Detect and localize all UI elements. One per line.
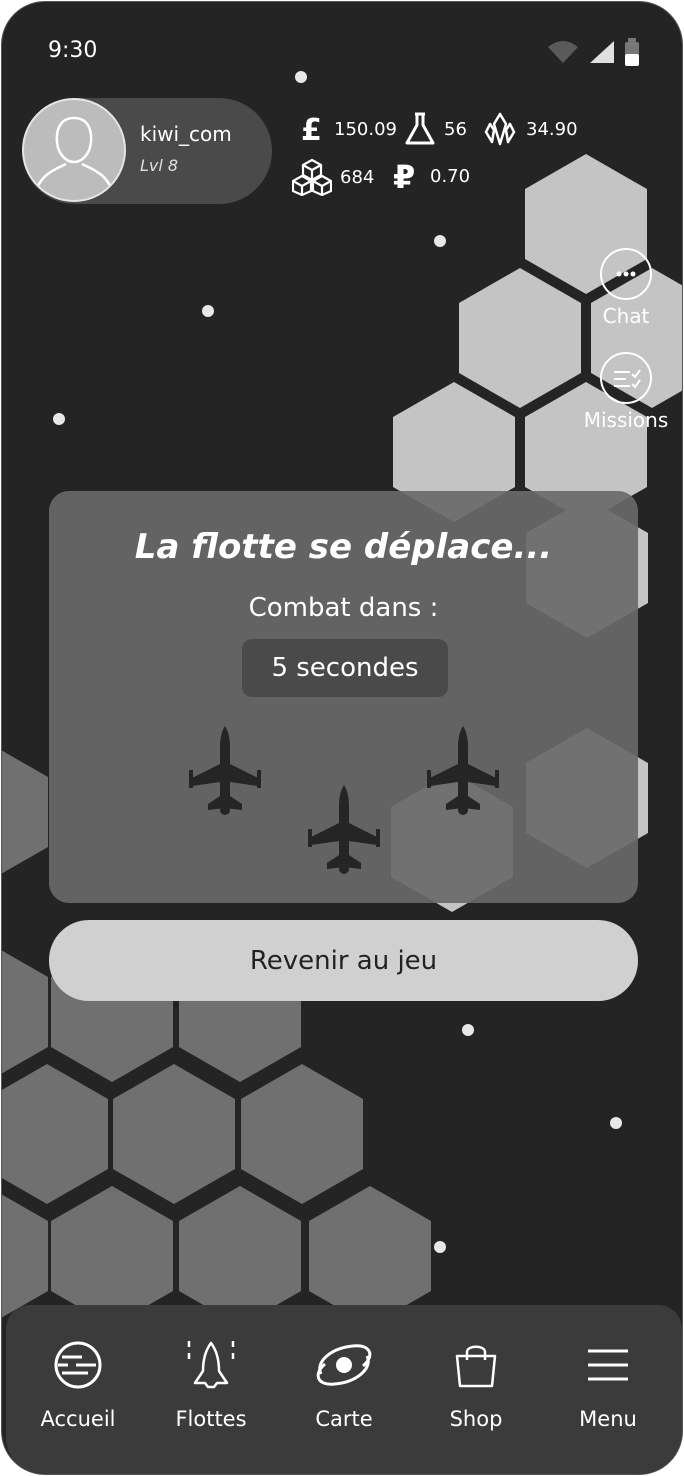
chat-label: Chat xyxy=(602,304,650,328)
nav-item-carte[interactable]: Carte xyxy=(284,1335,404,1431)
resource-pound-value: 150.09 xyxy=(334,118,397,140)
nav-label-menu: Menu xyxy=(579,1407,637,1431)
resource-crystal: 34.90 xyxy=(482,110,578,148)
svg-text:₽: ₽ xyxy=(393,160,415,192)
jet-icon xyxy=(427,726,499,815)
resource-flask: 56 xyxy=(404,112,467,146)
fleet-moving-modal: La flotte se déplace... Combat dans : 5 … xyxy=(49,491,638,903)
resource-ruble-value: 0.70 xyxy=(430,165,471,187)
status-icons xyxy=(546,38,640,66)
resource-cubes-value: 684 xyxy=(340,166,375,188)
avatar[interactable] xyxy=(22,98,126,202)
crystal-icon xyxy=(484,112,516,146)
galaxy-icon xyxy=(316,1344,372,1386)
combat-timer: 5 secondes xyxy=(242,639,448,697)
jet-icon xyxy=(308,785,380,874)
chat-icon xyxy=(600,248,652,300)
resource-cubes: 684 xyxy=(292,158,374,196)
status-time: 9:30 xyxy=(48,38,98,63)
battery-icon xyxy=(625,38,639,66)
username: kiwi_com xyxy=(140,122,232,146)
nav-label-accueil: Accueil xyxy=(40,1407,116,1431)
return-to-game-button[interactable]: Revenir au jeu xyxy=(49,920,638,1001)
flask-icon xyxy=(405,112,435,145)
ruble-icon: ₽ xyxy=(393,160,415,192)
menu-icon xyxy=(588,1349,628,1381)
nav-item-menu[interactable]: Menu xyxy=(548,1335,668,1431)
nav-label-shop: Shop xyxy=(449,1407,503,1431)
signal-icon xyxy=(590,41,614,63)
nav-label-carte: Carte xyxy=(315,1407,373,1431)
nav-label-flottes: Flottes xyxy=(175,1407,247,1431)
missions-label: Missions xyxy=(583,408,669,432)
wifi-icon xyxy=(548,41,578,63)
profile-card[interactable]: kiwi_com Lvl 8 xyxy=(22,98,272,204)
phone-screen: 9:30 kiwi_com Lvl 8 £ 150.09 56 34.90 68… xyxy=(1,1,683,1475)
missions-button[interactable]: Missions xyxy=(571,352,681,432)
resource-pound: £ 150.09 xyxy=(300,114,397,144)
cubes-icon xyxy=(292,158,332,196)
modal-title: La flotte se déplace... xyxy=(134,527,553,567)
pound-icon: £ xyxy=(301,114,322,144)
nav-item-accueil[interactable]: Accueil xyxy=(18,1335,138,1431)
player-level: Lvl 8 xyxy=(140,156,179,175)
resource-flask-value: 56 xyxy=(444,118,467,140)
rocket-icon xyxy=(187,1341,235,1389)
nav-item-shop[interactable]: Shop xyxy=(416,1335,536,1431)
chat-button[interactable]: Chat xyxy=(571,248,681,328)
jet-icon xyxy=(189,726,261,815)
modal-subtitle: Combat dans : xyxy=(248,593,439,623)
svg-text:£: £ xyxy=(301,114,322,144)
bag-icon xyxy=(455,1345,497,1388)
user-icon xyxy=(34,116,114,193)
checklist-icon xyxy=(600,352,652,404)
bottom-nav: Accueil Flottes Carte Shop Menu xyxy=(6,1305,682,1474)
planet-icon xyxy=(54,1341,102,1389)
resource-crystal-value: 34.90 xyxy=(526,118,578,140)
resource-ruble: ₽ 0.70 xyxy=(392,160,470,192)
nav-item-flottes[interactable]: Flottes xyxy=(151,1335,271,1431)
